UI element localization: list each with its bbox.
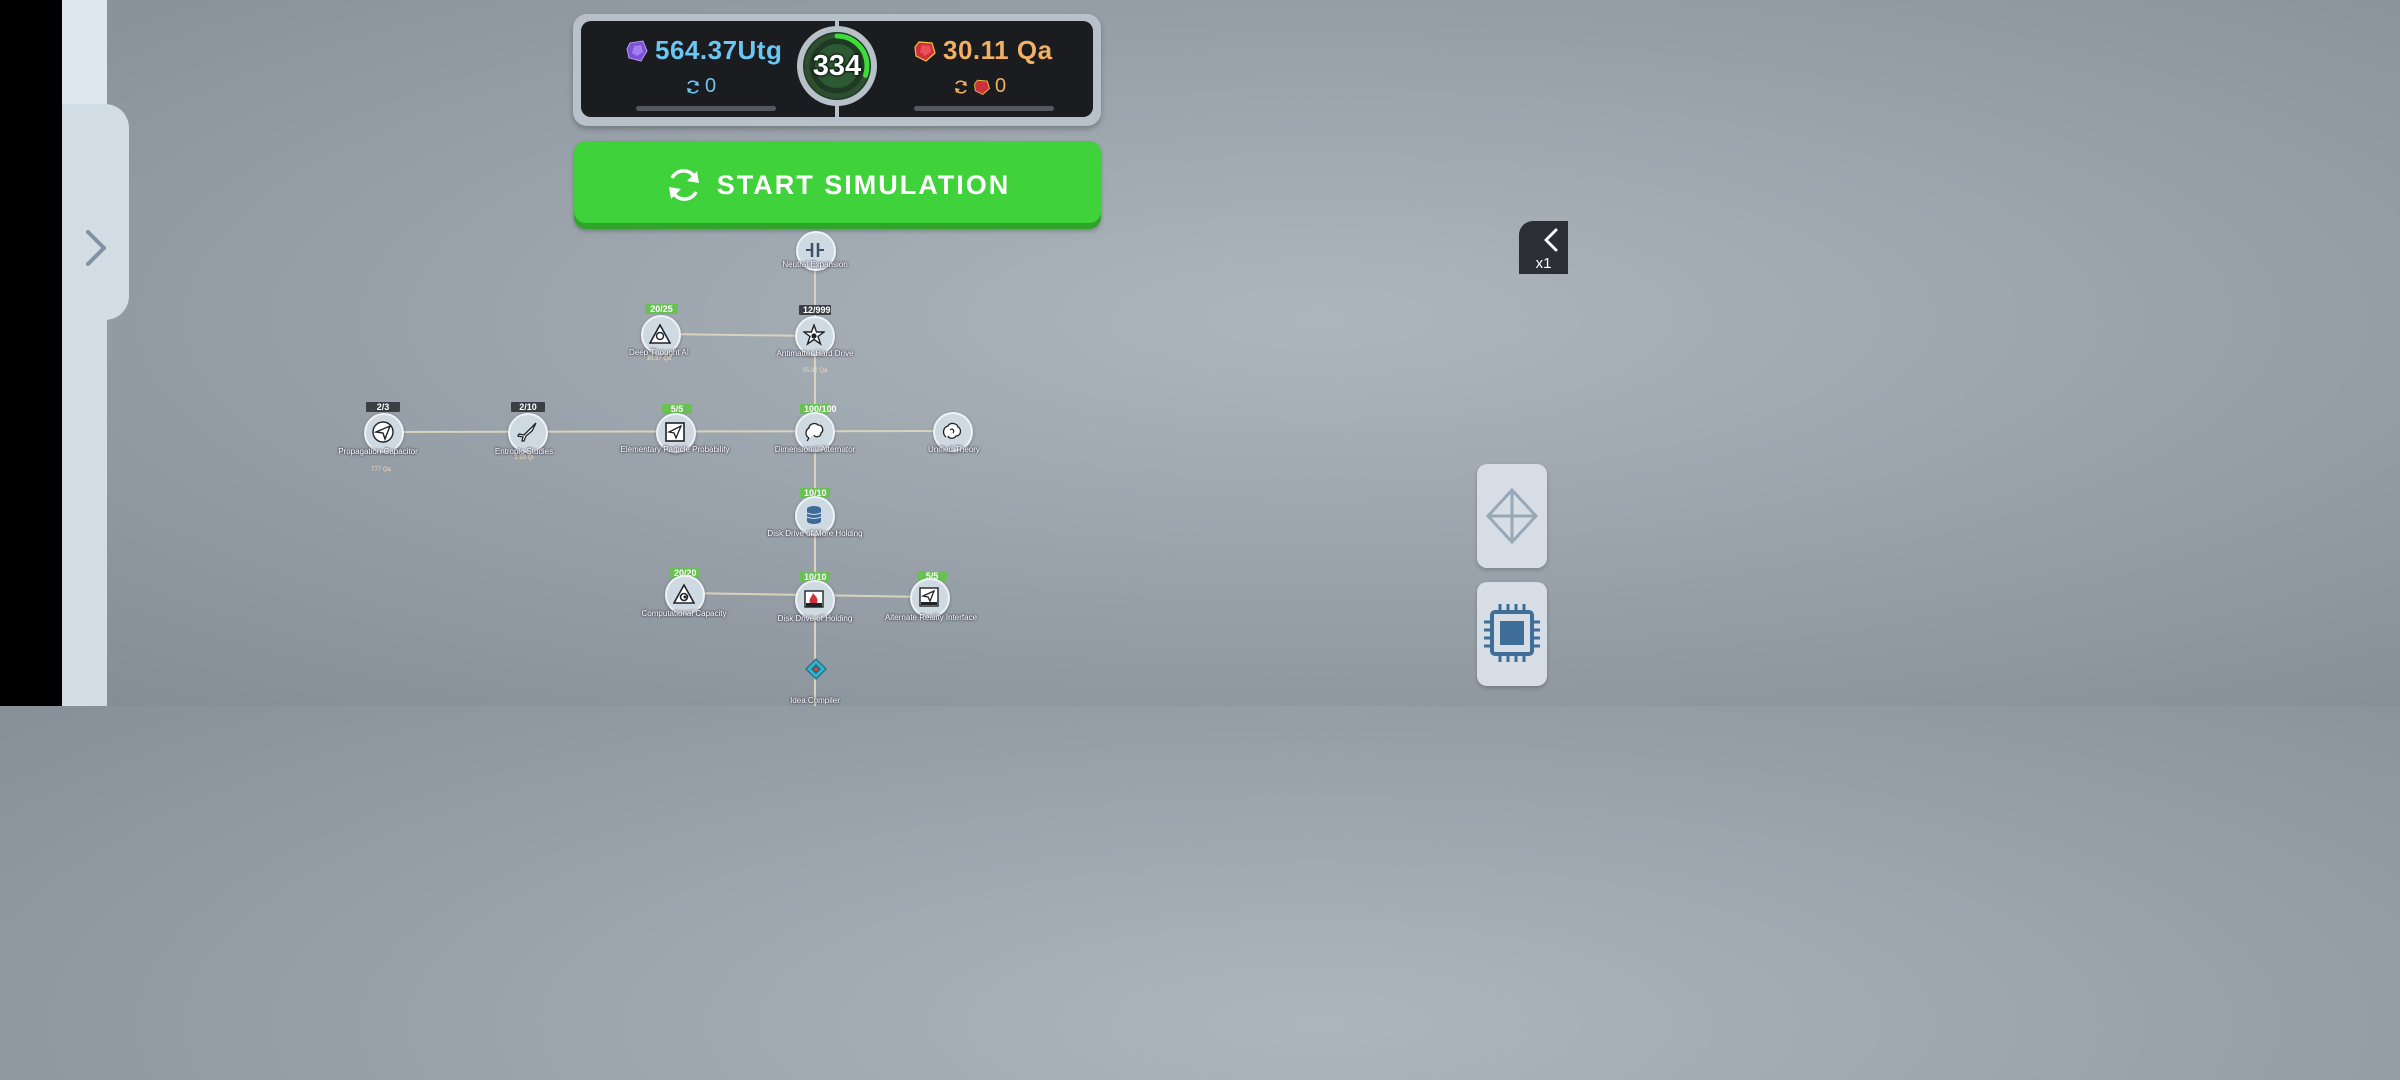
node-label: Unified Theory (928, 445, 980, 454)
node-label: Computational Capacity (641, 609, 727, 618)
node-count: 2/10 (511, 402, 545, 412)
node-label: Disk Drive of Holding (777, 614, 853, 623)
speed-label: x1 (1535, 255, 1552, 272)
node-label: Dimensional Alternator (774, 445, 856, 454)
node-count: 12/999 (799, 305, 831, 315)
node-label: Disk Drive of More Holding (767, 529, 863, 538)
jet-icon (517, 422, 537, 442)
brain-icon (805, 422, 824, 442)
node-count: 2/3 (366, 402, 400, 412)
speed-toggle[interactable]: x1 (1519, 221, 1568, 274)
node-cost: 55.32 Qa (802, 368, 828, 374)
paper-plane-icon (372, 421, 394, 443)
node-label: Alternate Reality Interface (884, 613, 978, 622)
move-tool-button[interactable] (1477, 464, 1547, 568)
star-icon (803, 324, 825, 346)
node-label: Neutral Expansion (782, 260, 848, 269)
database-icon (806, 506, 822, 524)
brain-swirl-icon (942, 422, 962, 439)
node-label: Antimatter Hard Drive (776, 349, 854, 358)
node-count: 20/25 (645, 304, 678, 314)
chevron-left-icon (1544, 228, 1558, 252)
node-circle[interactable] (797, 650, 837, 690)
plane-square-icon (665, 422, 685, 442)
node-label: Elementary Particle Probability (620, 445, 730, 454)
node-label: Propagation Capacitor (338, 447, 418, 456)
eye-triangle-icon (673, 583, 695, 604)
chip-button[interactable] (1477, 582, 1547, 686)
node-cost: 10.37 Qa (646, 356, 672, 362)
diamond-chip-icon (805, 658, 827, 680)
node-label: Idea Compiler (790, 696, 840, 705)
fire-disk-icon (804, 590, 824, 608)
node-circle[interactable] (910, 578, 950, 618)
node-cost: 1.33 Qi (514, 455, 534, 461)
plane-screen-icon (919, 587, 939, 607)
node-cost: 777 Qa (371, 467, 391, 473)
bulb-triangle-icon (649, 323, 671, 344)
crosshair-diamond-icon (1485, 487, 1539, 545)
chip-icon (1484, 604, 1540, 662)
capacitor-icon (806, 243, 824, 257)
